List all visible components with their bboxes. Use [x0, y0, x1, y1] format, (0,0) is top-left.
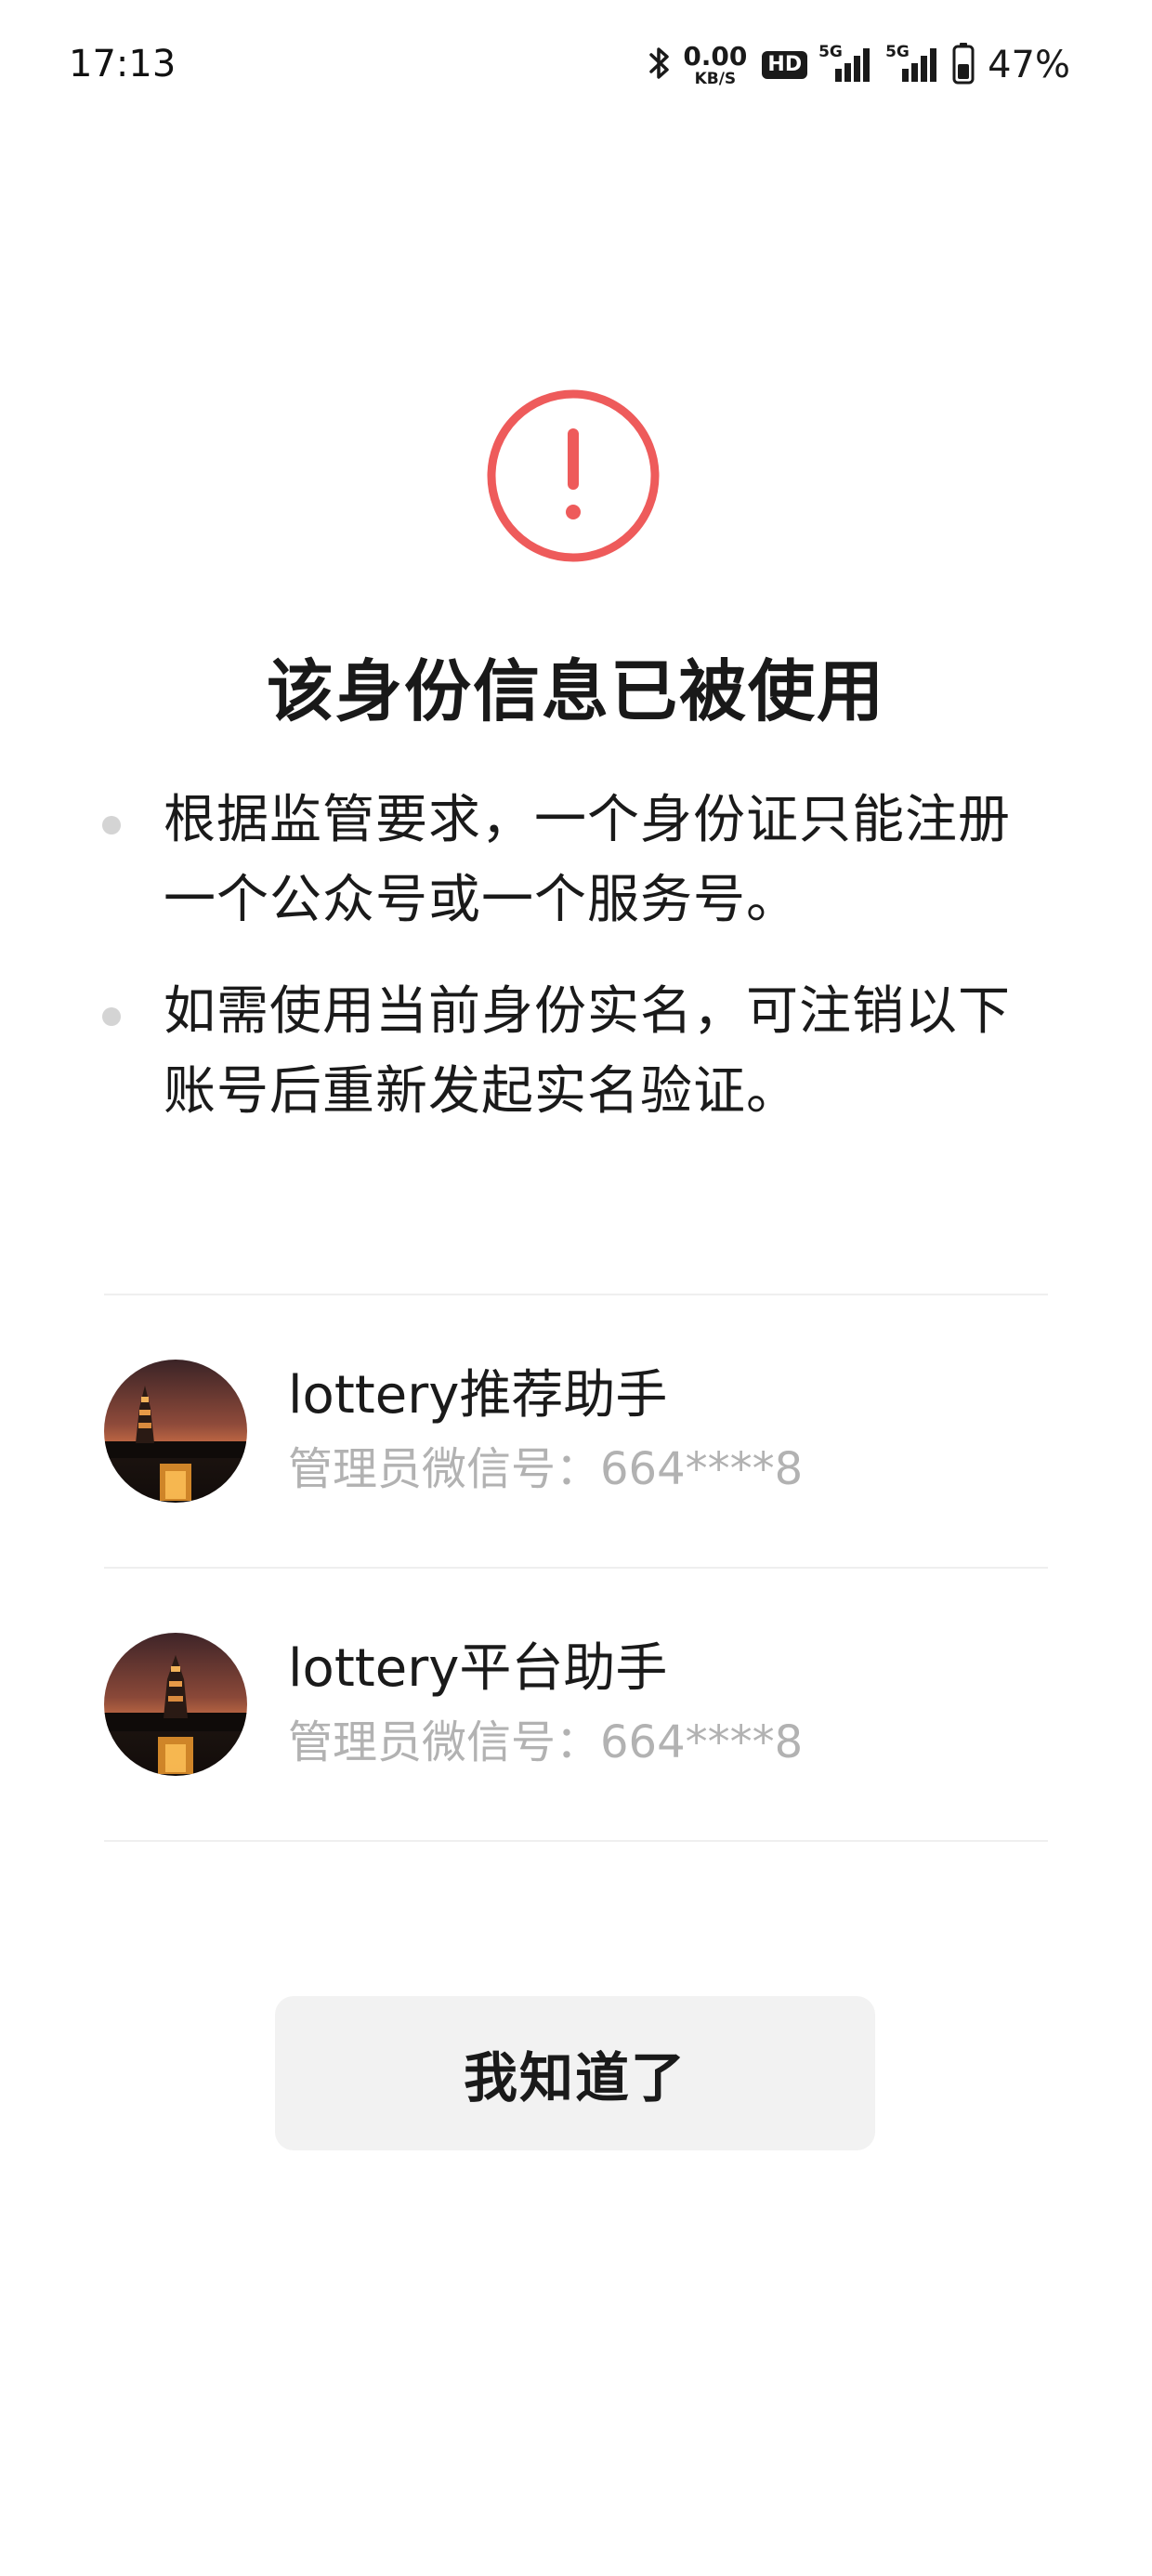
hd-icon: HD	[762, 51, 808, 79]
network-speed-value: 0.00	[683, 40, 748, 72]
status-indicators: 0.00 KB/S HD 5G 5G 47%	[648, 39, 1070, 91]
admin-id: 664****8	[600, 1716, 804, 1768]
battery-percent: 47%	[988, 44, 1070, 86]
dialog-title: 该身份信息已被使用	[266, 652, 885, 730]
admin-wechat-id: 管理员微信号：664****8	[288, 1438, 803, 1501]
bullet-dot	[102, 816, 121, 835]
status-time: 17:13	[69, 43, 177, 85]
account-list: lottery推荐助手 管理员微信号：664****8 lottery平台助手 …	[104, 1294, 1048, 1842]
bullet-item: 如需使用当前身份实名，可注销以下账号后重新发起实名验证。	[100, 972, 1039, 1132]
signal-icon: 5G	[885, 43, 941, 84]
signal-icon: 5G	[818, 43, 874, 84]
info-bullets: 根据监管要求，一个身份证只能注册一个公众号或一个服务号。 如需使用当前身份实名，…	[100, 781, 1039, 1163]
account-info: lottery推荐助手 管理员微信号：664****8	[288, 1361, 803, 1501]
bullet-dot	[102, 1007, 121, 1026]
account-info: lottery平台助手 管理员微信号：664****8	[288, 1635, 803, 1774]
status-bar: 17:13 0.00 KB/S HD 5G 5G 47%	[0, 0, 1152, 139]
admin-id: 664****8	[600, 1443, 804, 1495]
admin-wechat-id: 管理员微信号：664****8	[288, 1711, 803, 1774]
pagoda-sunset-avatar	[104, 1633, 247, 1776]
confirm-button[interactable]: 我知道了	[275, 1996, 875, 2150]
account-name: lottery平台助手	[288, 1638, 668, 1699]
divider	[104, 1840, 1048, 1842]
bullet-text: 如需使用当前身份实名，可注销以下账号后重新发起实名验证。	[164, 981, 1011, 1122]
exclamation-circle-icon	[485, 388, 661, 564]
bullet-text: 根据监管要求，一个身份证只能注册一个公众号或一个服务号。	[164, 790, 1011, 930]
account-name: lottery推荐助手	[288, 1365, 668, 1426]
pagoda-sunset-avatar	[104, 1360, 247, 1503]
network-speed-unit: KB/S	[694, 69, 737, 88]
admin-label: 管理员微信号：	[288, 1716, 601, 1768]
bluetooth-icon	[648, 45, 672, 85]
admin-label: 管理员微信号：	[288, 1443, 601, 1495]
battery-icon	[952, 42, 975, 88]
bullet-item: 根据监管要求，一个身份证只能注册一个公众号或一个服务号。	[100, 781, 1039, 940]
account-item[interactable]: lottery推荐助手 管理员微信号：664****8	[104, 1295, 1048, 1567]
account-item[interactable]: lottery平台助手 管理员微信号：664****8	[104, 1569, 1048, 1840]
network-speed: 0.00 KB/S	[683, 40, 748, 88]
